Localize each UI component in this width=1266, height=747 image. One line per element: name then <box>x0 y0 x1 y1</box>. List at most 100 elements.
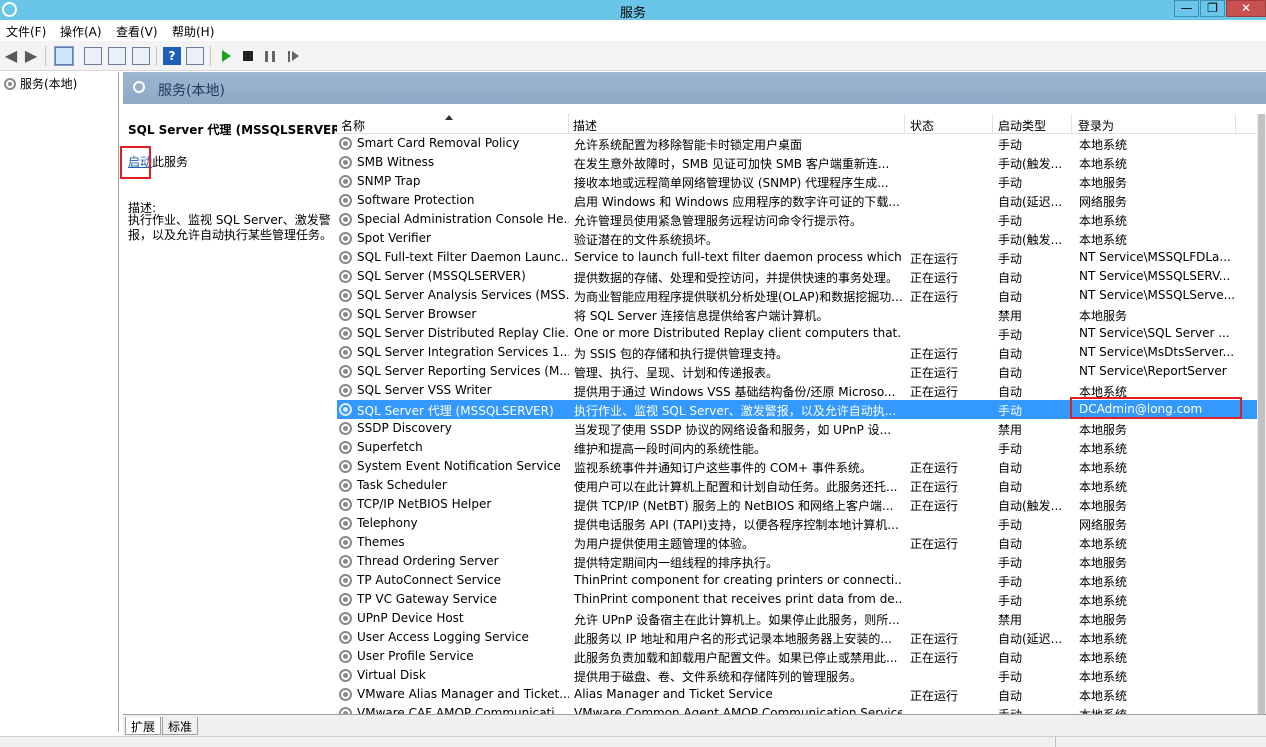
table-row[interactable]: SNMP Trap 接收本地或远程简单网络管理协议 (SNMP) 代理程序生成..… <box>337 172 1257 191</box>
column-divider[interactable] <box>904 114 905 134</box>
service-gear-icon <box>339 251 352 264</box>
column-description[interactable]: 描述 <box>573 117 597 134</box>
table-row[interactable]: SSDP Discovery 当发现了使用 SSDP 协议的网络设备和服务，如 U… <box>337 419 1257 438</box>
service-status: 正在运行 <box>910 632 959 646</box>
table-row[interactable]: Task Scheduler 使用户可以在此计算机上配置和计划自动任务。此服务还托… <box>337 476 1257 495</box>
table-row[interactable]: SQL Full-text Filter Daemon Launc... Serv… <box>337 248 1257 267</box>
service-startup-type: 手动 <box>998 556 1023 570</box>
service-logon-as: 本地系统 <box>1079 594 1128 608</box>
help-icon[interactable]: ? <box>163 47 181 65</box>
service-name: SQL Server Reporting Services (M... <box>357 364 569 378</box>
column-divider[interactable] <box>1235 114 1236 134</box>
selected-service-title: SQL Server 代理 (MSSQLSERVER) <box>128 123 346 137</box>
menu-action[interactable]: 操作(A) <box>60 23 102 40</box>
menu-view[interactable]: 查看(V) <box>116 23 158 40</box>
service-logon-as: 本地系统 <box>1079 575 1128 589</box>
export-list-icon[interactable] <box>132 47 150 65</box>
table-row[interactable]: SQL Server (MSSQLSERVER) 提供数据的存储、处理和受控访问，… <box>337 267 1257 286</box>
service-gear-icon <box>339 289 352 302</box>
column-divider[interactable] <box>1071 114 1072 134</box>
table-row[interactable]: Spot Verifier 验证潜在的文件系统损坏。 手动(触发... 本地系统 <box>337 229 1257 248</box>
service-gear-icon <box>339 175 352 188</box>
service-description: 启用 Windows 和 Windows 应用程序的数字许可证的下载... <box>574 195 900 209</box>
service-name: UPnP Device Host <box>357 611 464 625</box>
start-service-link-tail: 此服务 <box>152 155 189 169</box>
tree-item-services-local[interactable]: 服务(本地) <box>4 75 77 92</box>
service-logon-as: 本地系统 <box>1079 651 1128 665</box>
service-name: VMware CAF AMQP Communicati... <box>357 706 567 714</box>
table-row[interactable]: Smart Card Removal Policy 允许系统配置为移除智能卡时锁定… <box>337 134 1257 153</box>
service-status: 正在运行 <box>910 537 959 551</box>
service-logon-as: 本地系统 <box>1079 138 1128 152</box>
vertical-scrollbar[interactable] <box>1257 114 1266 714</box>
service-description: 使用户可以在此计算机上配置和计划自动任务。此服务还托... <box>574 480 898 494</box>
service-startup-type: 自动(触发... <box>998 499 1063 513</box>
column-divider[interactable] <box>568 114 569 134</box>
service-description: 为 SSIS 包的存储和执行提供管理支持。 <box>574 347 789 361</box>
tab-standard[interactable]: 标准 <box>162 717 199 735</box>
service-startup-type: 禁用 <box>998 423 1023 437</box>
service-description: 此服务以 IP 地址和用户名的形式记录本地服务器上安装的... <box>574 632 892 646</box>
service-startup-type: 手动 <box>998 442 1023 456</box>
table-row[interactable]: SQL Server Distributed Replay Clie... One… <box>337 324 1257 343</box>
start-service-icon[interactable] <box>222 50 231 62</box>
properties-sheet-icon[interactable] <box>84 47 102 65</box>
maximize-button[interactable]: ❐ <box>1200 0 1225 17</box>
service-logon-as: 网络服务 <box>1079 195 1128 209</box>
table-row[interactable]: User Access Logging Service 此服务以 IP 地址和用户… <box>337 628 1257 647</box>
table-row[interactable]: Special Administration Console He... 允许管理… <box>337 210 1257 229</box>
table-row[interactable]: System Event Notification Service 监视系统事件并… <box>337 457 1257 476</box>
service-gear-icon <box>339 536 352 549</box>
table-row[interactable]: User Profile Service 此服务负责加载和卸载用户配置文件。如果已… <box>337 647 1257 666</box>
table-row[interactable]: VMware CAF AMQP Communicati... VMware Com… <box>337 704 1257 714</box>
table-row[interactable]: Themes 为用户提供使用主题管理的体验。 正在运行 自动 本地系统 <box>337 533 1257 552</box>
column-startup-type[interactable]: 启动类型 <box>998 117 1046 134</box>
column-divider[interactable] <box>992 114 993 134</box>
close-button[interactable]: ✕ <box>1226 0 1266 17</box>
table-row[interactable]: SQL Server Integration Services 1... 为 SS… <box>337 343 1257 362</box>
column-logon-as[interactable]: 登录为 <box>1078 117 1114 134</box>
pause-service-icon[interactable] <box>265 51 275 62</box>
forward-arrow-icon[interactable]: ▶ <box>22 47 40 65</box>
service-startup-type: 手动 <box>998 252 1023 266</box>
table-row[interactable]: Software Protection 启用 Windows 和 Windows … <box>337 191 1257 210</box>
column-name[interactable]: 名称 <box>341 117 365 134</box>
table-row[interactable]: TCP/IP NetBIOS Helper 提供 TCP/IP (NetBT) 服… <box>337 495 1257 514</box>
action-pane-icon[interactable] <box>186 47 204 65</box>
service-status: 正在运行 <box>910 461 959 475</box>
table-row[interactable]: SQL Server Browser 将 SQL Server 连接信息提供给客户… <box>337 305 1257 324</box>
back-arrow-icon[interactable]: ◀ <box>2 47 20 65</box>
table-row[interactable]: VMware Alias Manager and Ticket... Alias … <box>337 685 1257 704</box>
tab-extended[interactable]: 扩展 <box>125 717 162 735</box>
restart-service-icon[interactable] <box>288 51 299 62</box>
scrollbar-thumb[interactable] <box>1258 114 1265 714</box>
service-description: 当发现了使用 SSDP 协议的网络设备和服务，如 UPnP 设... <box>574 423 892 437</box>
service-gear-icon <box>339 593 352 606</box>
service-gear-icon <box>339 498 352 511</box>
gear-icon <box>4 78 16 90</box>
menu-help[interactable]: 帮助(H) <box>172 23 214 40</box>
service-gear-icon <box>339 156 352 169</box>
menu-file[interactable]: 文件(F) <box>6 23 46 40</box>
minimize-button[interactable]: — <box>1174 0 1199 17</box>
service-startup-type: 自动 <box>998 271 1023 285</box>
table-row[interactable]: Virtual Disk 提供用于磁盘、卷、文件系统和存储阵列的管理服务。 手动 本地… <box>337 666 1257 685</box>
column-status[interactable]: 状态 <box>910 117 934 134</box>
refresh-icon[interactable] <box>108 47 126 65</box>
table-row[interactable]: TP AutoConnect Service ThinPrint componen… <box>337 571 1257 590</box>
table-row[interactable]: Telephony 提供电话服务 API (TAPI)支持，以便各程序控制本地计算… <box>337 514 1257 533</box>
service-name: Thread Ordering Server <box>357 554 499 568</box>
table-row[interactable]: TP VC Gateway Service ThinPrint component… <box>337 590 1257 609</box>
show-hide-console-tree-icon[interactable] <box>54 46 74 66</box>
table-row[interactable]: SMB Witness 在发生意外故障时，SMB 见证可加快 SMB 客户端重新连… <box>337 153 1257 172</box>
table-row[interactable]: SQL Server Analysis Services (MSS... 为商业智… <box>337 286 1257 305</box>
table-row[interactable]: Superfetch 维护和提高一段时间内的系统性能。 手动 本地系统 <box>337 438 1257 457</box>
table-row[interactable]: Thread Ordering Server 提供特定期间内一组线程的排序执行。 手… <box>337 552 1257 571</box>
stop-service-icon[interactable] <box>243 51 253 61</box>
service-name: SQL Server Integration Services 1... <box>357 345 569 359</box>
service-description: 提供特定期间内一组线程的排序执行。 <box>574 556 779 570</box>
service-logon-as: 本地系统 <box>1079 157 1128 171</box>
service-startup-type: 自动 <box>998 651 1023 665</box>
table-row[interactable]: SQL Server Reporting Services (M... 管理、执行… <box>337 362 1257 381</box>
table-row[interactable]: UPnP Device Host 允许 UPnP 设备宿主在此计算机上。如果停止此… <box>337 609 1257 628</box>
